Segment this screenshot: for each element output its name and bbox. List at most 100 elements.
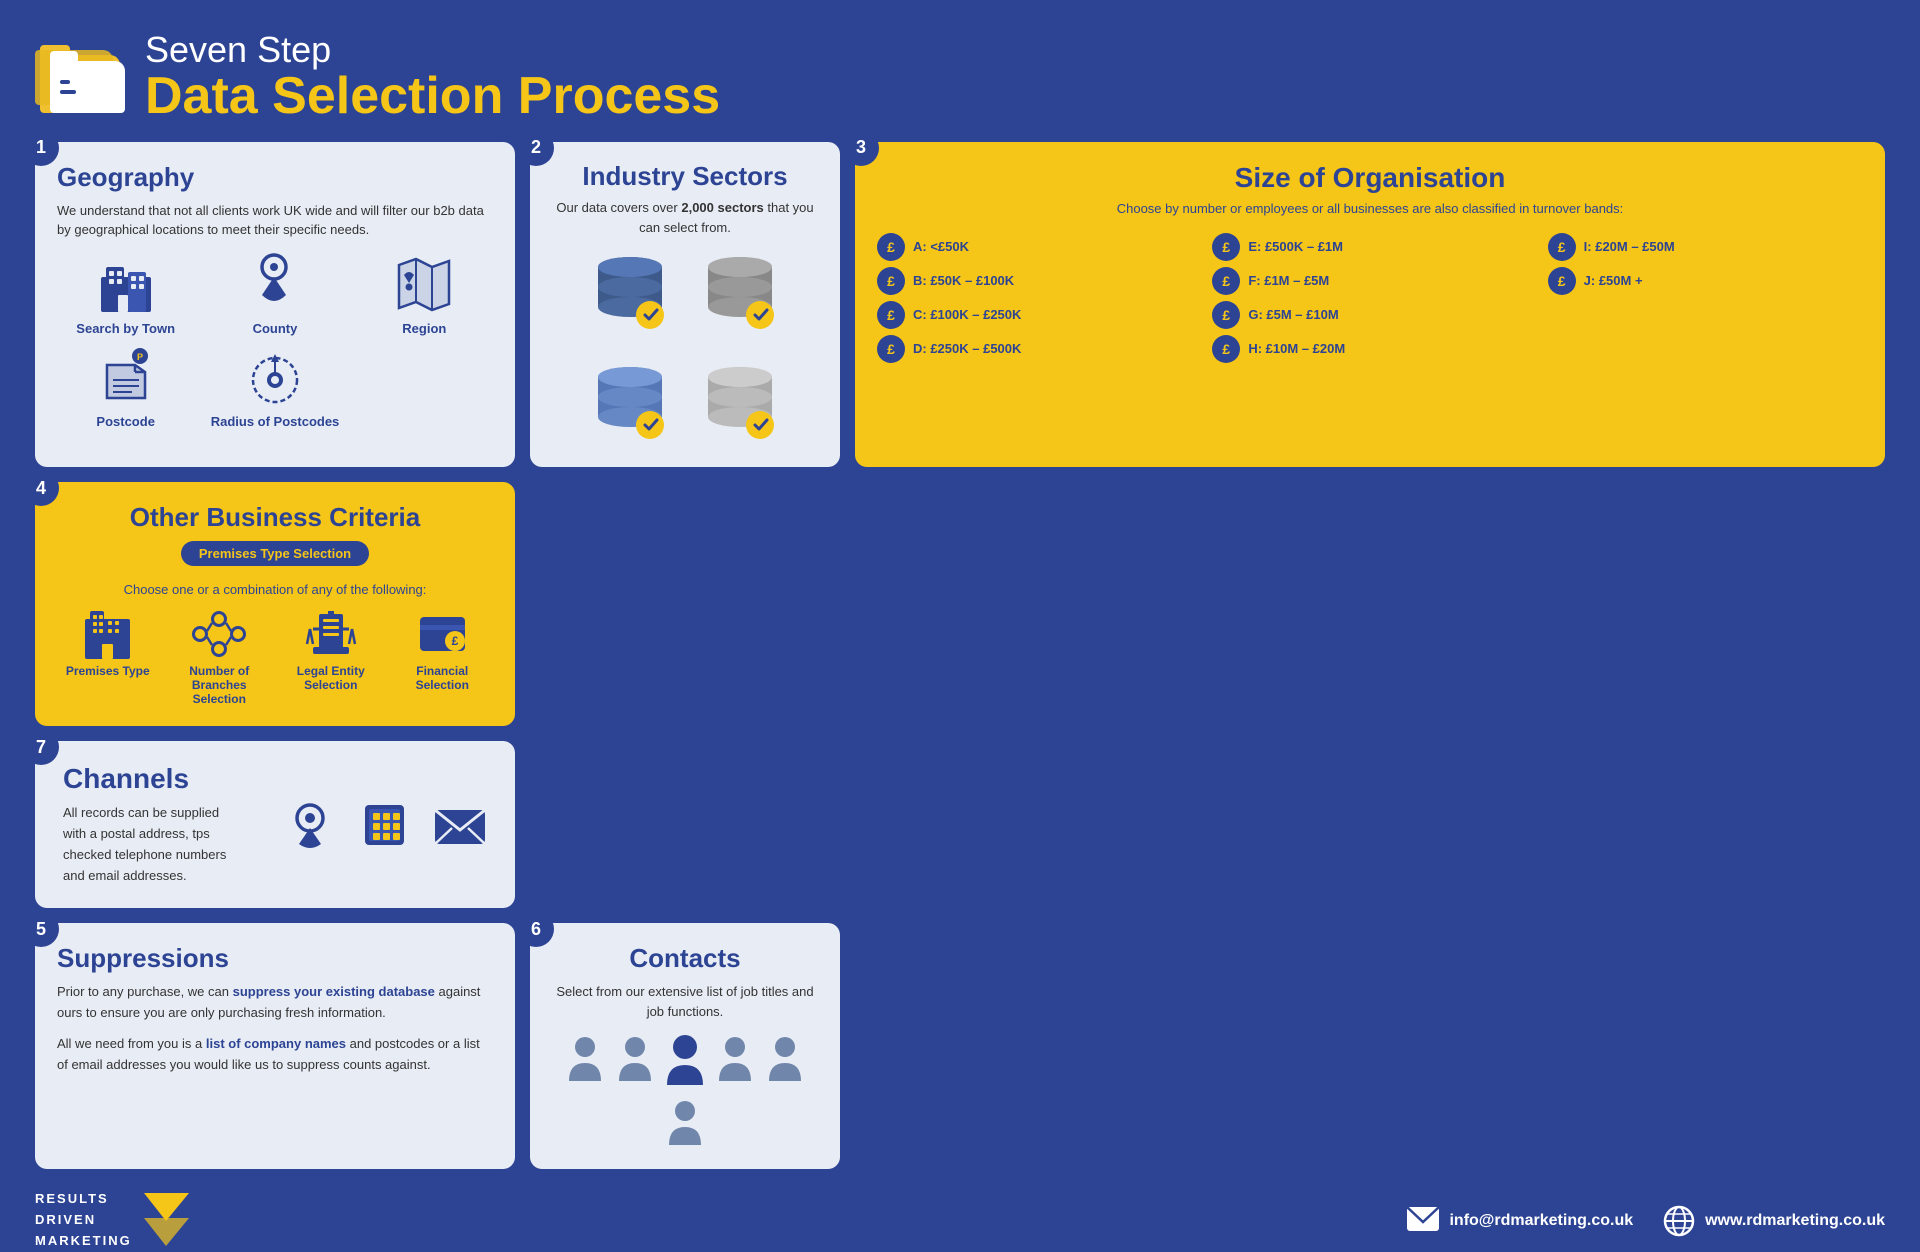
database-icon-3 xyxy=(585,357,675,447)
geo-item-county: County xyxy=(206,255,343,336)
header-title: Data Selection Process xyxy=(145,70,720,122)
criteria-legal: Legal Entity Selection xyxy=(280,609,382,692)
premises-badge: Premises Type Selection xyxy=(181,541,369,566)
step5-badge: 5 xyxy=(23,911,59,947)
turnover-a: £ A: <£50K xyxy=(877,233,1192,261)
geo-label-town: Search by Town xyxy=(76,321,175,336)
step6-badge: 6 xyxy=(518,911,554,947)
pound-icon-b: £ xyxy=(877,267,905,295)
step3-title: Size of Organisation xyxy=(877,162,1863,194)
step2-title: Industry Sectors xyxy=(552,162,818,191)
svg-text:P: P xyxy=(137,352,143,362)
pound-icon-e: £ xyxy=(1212,233,1240,261)
person-icon-5 xyxy=(764,1033,806,1085)
turnover-grid: £ A: <£50K £ E: £500K – £1M £ I: £20M – … xyxy=(877,233,1863,363)
db-icons xyxy=(552,247,818,447)
map-icon xyxy=(392,255,457,315)
step3-desc: Choose by number or employees or all bus… xyxy=(877,200,1863,218)
criteria-label-legal: Legal Entity Selection xyxy=(280,664,382,692)
radius-icon xyxy=(242,348,307,408)
telephone-channel-icon xyxy=(357,797,412,852)
step2-card: 2 Industry Sectors Our data covers over … xyxy=(530,142,840,468)
database-icon-1 xyxy=(585,247,675,337)
svg-text:£: £ xyxy=(451,634,458,648)
email-channel-icon xyxy=(432,797,487,852)
building-icon xyxy=(80,609,135,659)
step4-card: 4 Other Business Criteria Premises Type … xyxy=(35,482,515,726)
turnover-h: £ H: £10M – £20M xyxy=(1212,335,1527,363)
people-icons xyxy=(552,1033,818,1149)
header: Seven Step Data Selection Process xyxy=(35,30,1885,122)
header-icon xyxy=(35,38,125,113)
globe-footer-icon xyxy=(1663,1205,1695,1237)
geo-label-region: Region xyxy=(402,321,446,336)
turnover-j: £ J: £50M + xyxy=(1548,267,1863,295)
step2-desc: Our data covers over 2,000 sectors that … xyxy=(552,198,818,237)
step1-desc: We understand that not all clients work … xyxy=(57,201,493,240)
channels-icons xyxy=(282,797,487,852)
turnover-label-b: B: £50K – £100K xyxy=(913,273,1014,288)
email-address: info@rdmarketing.co.uk xyxy=(1449,1212,1633,1230)
person-icon-6 xyxy=(664,1097,706,1149)
step5-title: Suppressions xyxy=(57,943,493,974)
person-icon-1 xyxy=(564,1033,606,1085)
geo-icons-grid: Search by Town County xyxy=(57,255,493,429)
database-icon-4 xyxy=(695,357,785,447)
legal-icon xyxy=(303,609,358,659)
step4-desc: Choose one or a combination of any of th… xyxy=(57,582,493,597)
turnover-f: £ F: £1M – £5M xyxy=(1212,267,1527,295)
postcode-icon: P xyxy=(93,348,158,408)
location-channel-icon xyxy=(282,797,337,852)
financial-icon: £ xyxy=(415,609,470,659)
pound-icon-a: £ xyxy=(877,233,905,261)
logo-chevron-icon xyxy=(144,1193,189,1248)
turnover-label-f: F: £1M – £5M xyxy=(1248,273,1329,288)
criteria-premises: Premises Type xyxy=(57,609,159,678)
email-contact: info@rdmarketing.co.uk xyxy=(1407,1205,1633,1237)
geo-label-postcode: Postcode xyxy=(96,414,155,429)
turnover-label-g: G: £5M – £10M xyxy=(1248,307,1338,322)
step7-title: Channels xyxy=(63,763,242,795)
pound-icon-d: £ xyxy=(877,335,905,363)
criteria-label-premises: Premises Type xyxy=(66,664,150,678)
step3-card: 3 Size of Organisation Choose by number … xyxy=(855,142,1885,468)
turnover-d: £ D: £250K – £500K xyxy=(877,335,1192,363)
contact-info: info@rdmarketing.co.uk www.rdmarketing.c… xyxy=(1407,1205,1885,1237)
turnover-label-c: C: £100K – £250K xyxy=(913,307,1021,322)
step4-badge: 4 xyxy=(23,470,59,506)
turnover-b: £ B: £50K – £100K xyxy=(877,267,1192,295)
email-footer-icon xyxy=(1407,1205,1439,1237)
geo-label-county: County xyxy=(253,321,298,336)
logo-line1: RESULTS xyxy=(35,1189,132,1210)
criteria-label-financial: Financial Selection xyxy=(392,664,494,692)
step4-title: Other Business Criteria xyxy=(57,502,493,533)
logo-line2: DRIVEN xyxy=(35,1210,132,1231)
step5-card: 5 Suppressions Prior to any purchase, we… xyxy=(35,923,515,1169)
pound-icon-f: £ xyxy=(1212,267,1240,295)
geo-item-region: Region xyxy=(356,255,493,336)
step5-para1: Prior to any purchase, we can suppress y… xyxy=(57,982,493,1024)
turnover-label-i: I: £20M – £50M xyxy=(1584,239,1675,254)
person-icon-3 xyxy=(664,1033,706,1089)
page-wrapper: Seven Step Data Selection Process 1 Geog… xyxy=(0,0,1920,1080)
turnover-g: £ G: £5M – £10M xyxy=(1212,301,1527,329)
turnover-i: £ I: £20M – £50M xyxy=(1548,233,1863,261)
turnover-label-j: J: £50M + xyxy=(1584,273,1643,288)
criteria-branches: Number of Branches Selection xyxy=(169,609,271,706)
criteria-icons: Premises Type xyxy=(57,609,493,706)
step3-badge: 3 xyxy=(843,130,879,166)
step2-badge: 2 xyxy=(518,130,554,166)
pound-icon-h: £ xyxy=(1212,335,1240,363)
turnover-label-e: E: £500K – £1M xyxy=(1248,239,1343,254)
logo-line3: MARKETING xyxy=(35,1231,132,1252)
website-url: www.rdmarketing.co.uk xyxy=(1705,1212,1885,1230)
pound-icon-i: £ xyxy=(1548,233,1576,261)
step6-card: 6 Contacts Select from our extensive lis… xyxy=(530,923,840,1169)
geo-label-radius: Radius of Postcodes xyxy=(211,414,340,429)
step7-desc: All records can be supplied with a posta… xyxy=(63,803,242,886)
step7-badge: 7 xyxy=(23,729,59,765)
channels-text: Channels All records can be supplied wit… xyxy=(63,763,242,886)
turnover-label-d: D: £250K – £500K xyxy=(913,341,1021,356)
footer: RESULTS DRIVEN MARKETING info@rd xyxy=(35,1181,1885,1251)
person-icon-4 xyxy=(714,1033,756,1085)
